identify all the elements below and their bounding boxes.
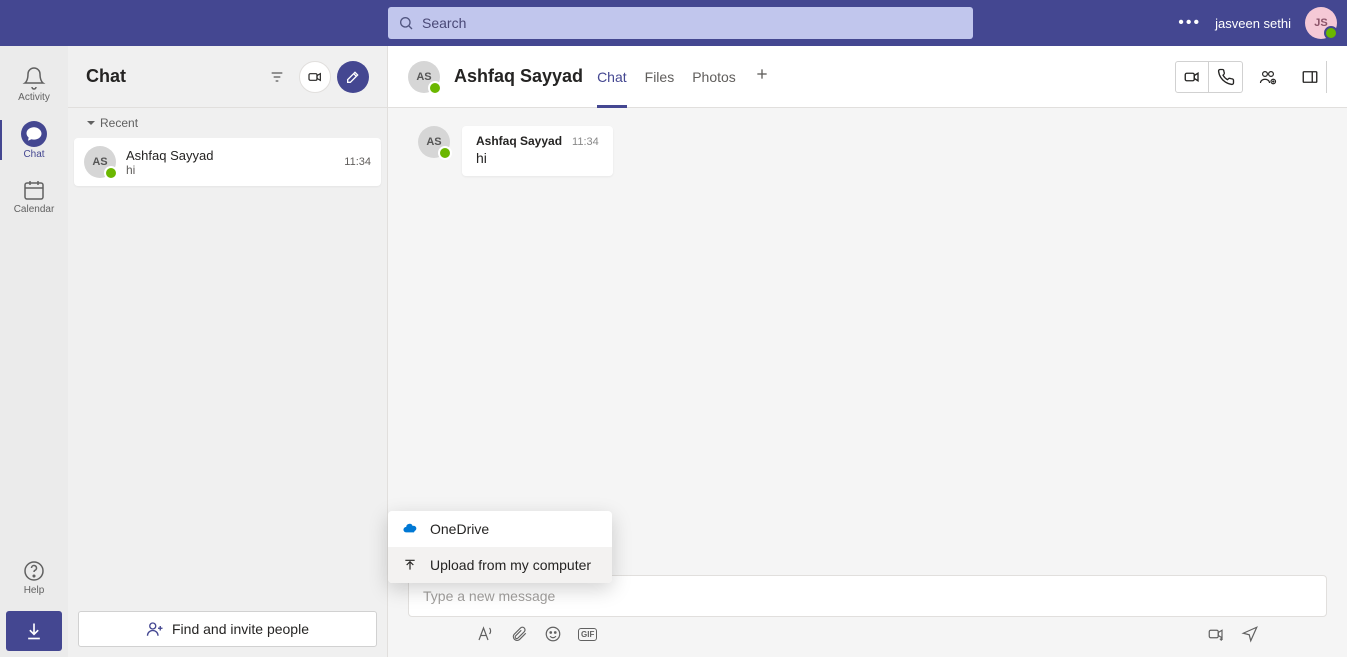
add-tab-button[interactable] [754,66,770,87]
video-call-button[interactable] [1175,61,1209,93]
invite-people-icon [146,620,164,638]
bell-icon [22,66,46,90]
download-icon [24,621,44,641]
chat-list-header: Chat [68,46,387,108]
composer-toolbar: GIF [408,617,1327,647]
format-icon[interactable] [476,625,494,643]
message-time: 11:34 [344,156,371,168]
tab-chat[interactable]: Chat [597,46,627,108]
phone-icon [1217,68,1235,86]
attach-upload-option[interactable]: Upload from my computer [388,547,612,583]
app-rail: Activity Chat Calendar Help [0,46,68,657]
filter-button[interactable] [261,61,293,93]
filter-icon [269,69,285,85]
download-desktop-app-button[interactable] [6,611,62,651]
attach-onedrive-option[interactable]: OneDrive [388,511,612,547]
recent-section-toggle[interactable]: Recent [68,108,387,138]
conversation-title: Ashfaq Sayyad [454,66,583,87]
chat-list-title: Chat [86,66,126,87]
attach-icon[interactable] [510,625,528,643]
message-list: AS Ashfaq Sayyad 11:34 hi [388,108,1347,575]
open-pane-button[interactable] [1293,61,1327,93]
composer-area: OneDrive Upload from my computer Type a … [388,575,1347,657]
contact-avatar: AS [84,146,116,178]
search-placeholder: Search [422,15,466,31]
contact-name: Ashfaq Sayyad [126,148,334,163]
add-people-button[interactable] [1251,61,1285,93]
conversation-header: AS Ashfaq Sayyad Chat Files Photos [388,46,1347,108]
conversation-pane: AS Ashfaq Sayyad Chat Files Photos [388,46,1347,657]
rail-activity[interactable]: Activity [0,56,68,112]
onedrive-icon [402,521,418,537]
panel-icon [1301,68,1319,86]
attach-menu: OneDrive Upload from my computer [388,511,612,583]
video-icon [1183,68,1201,86]
search-icon [398,15,414,31]
chat-icon [21,121,47,147]
message-input-placeholder: Type a new message [423,588,555,604]
help-icon [22,559,46,583]
find-invite-people-button[interactable]: Find and invite people [78,611,377,647]
message-item: AS Ashfaq Sayyad 11:34 hi [418,126,1317,176]
message-sender: Ashfaq Sayyad [476,134,562,148]
rail-help[interactable]: Help [0,549,68,605]
audio-call-button[interactable] [1209,61,1243,93]
new-chat-button[interactable] [337,61,369,93]
tab-photos[interactable]: Photos [692,46,736,108]
chat-list-item[interactable]: AS Ashfaq Sayyad hi 11:34 [74,138,381,186]
message-body: hi [476,150,599,166]
send-icon[interactable] [1241,625,1259,643]
tab-files[interactable]: Files [645,46,675,108]
schedule-send-icon[interactable] [1207,625,1225,643]
current-user-avatar[interactable]: JS [1305,7,1337,39]
upload-icon [402,557,418,573]
message-bubble[interactable]: Ashfaq Sayyad 11:34 hi [462,126,613,176]
top-bar: Search ••• jasveen sethi JS [0,0,1347,46]
video-icon [307,69,323,85]
more-options-button[interactable]: ••• [1178,14,1201,32]
chat-list-pane: Chat Recent AS Ashfaq Sayyad hi 11:34 Fi… [68,46,388,657]
meet-now-button[interactable] [299,61,331,93]
current-user-name: jasveen sethi [1215,16,1291,31]
conversation-avatar: AS [408,61,440,93]
rail-calendar[interactable]: Calendar [0,168,68,224]
message-timestamp: 11:34 [572,136,599,148]
gif-icon[interactable]: GIF [578,628,597,641]
calendar-icon [22,178,46,202]
rail-chat[interactable]: Chat [0,112,68,168]
plus-icon [754,66,770,82]
people-add-icon [1259,68,1277,86]
message-preview: hi [126,163,334,177]
emoji-icon[interactable] [544,625,562,643]
chevron-down-icon [86,118,96,128]
compose-icon [345,69,361,85]
search-input[interactable]: Search [388,7,973,39]
message-avatar: AS [418,126,450,158]
